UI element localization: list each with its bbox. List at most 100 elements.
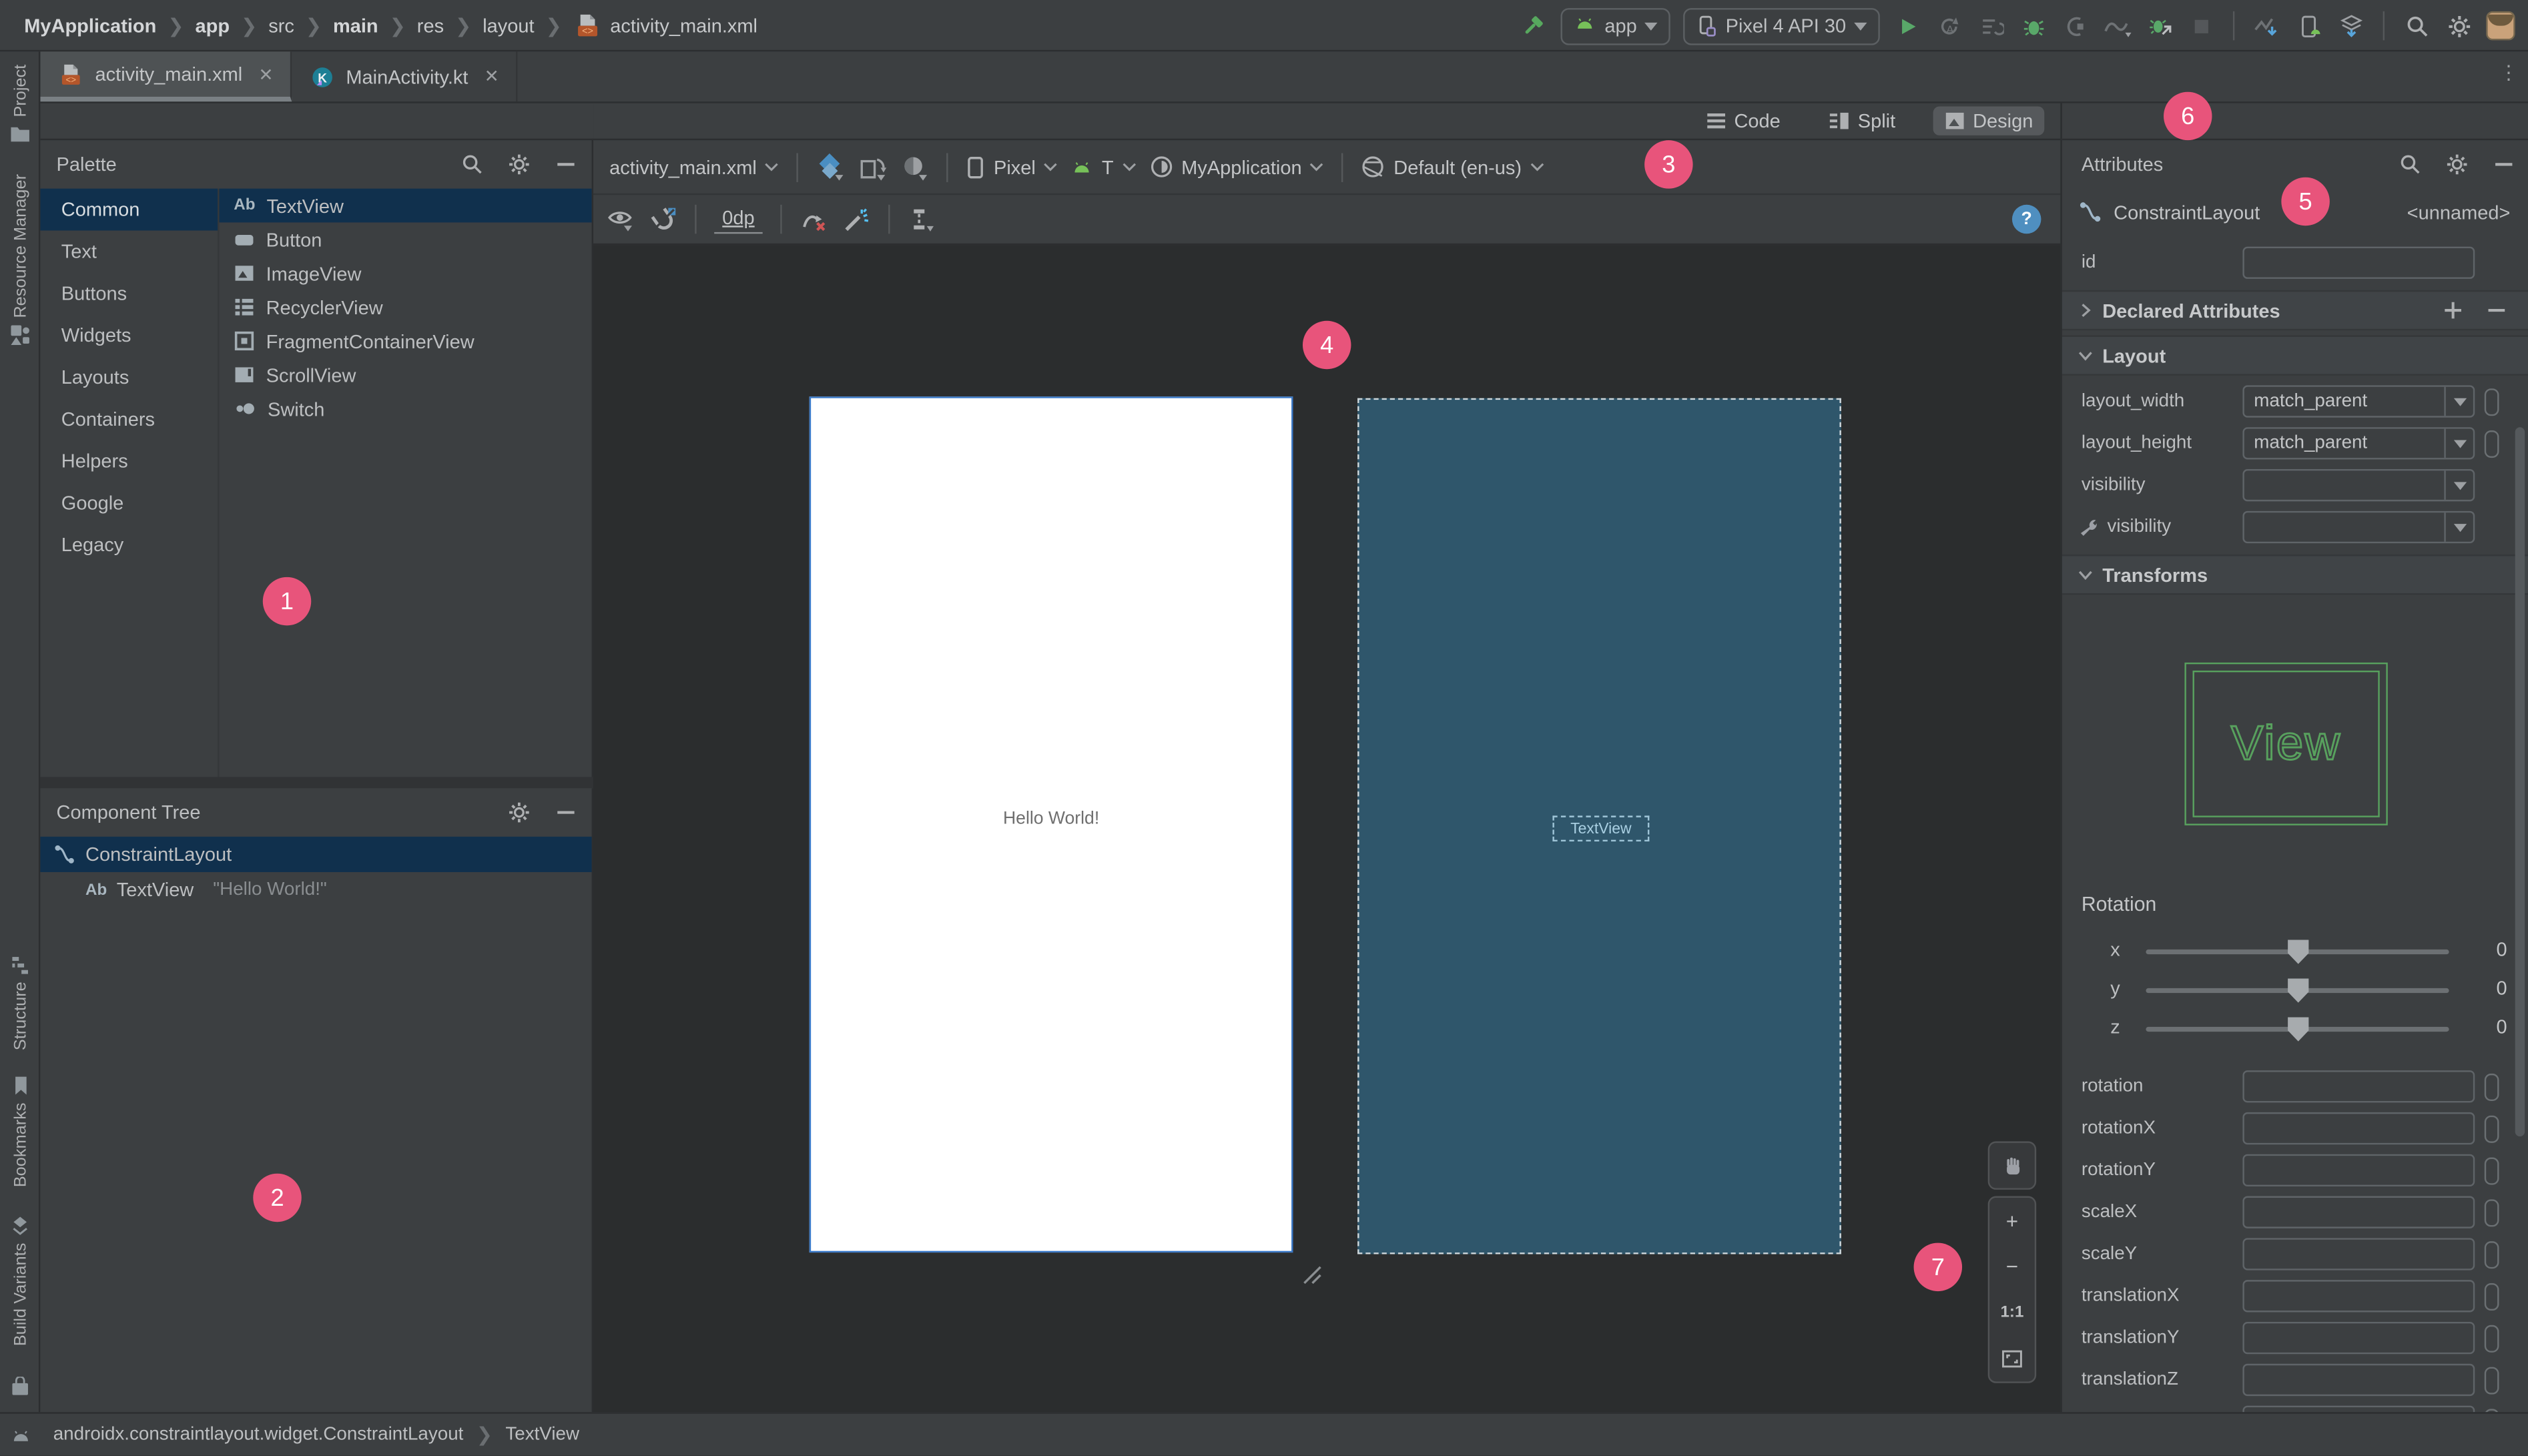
device-dropdown[interactable]: Pixel 4 API 30 bbox=[1683, 7, 1880, 45]
palette-category-google[interactable]: Google bbox=[40, 482, 218, 524]
profiler-sessions-icon[interactable] bbox=[2252, 11, 2281, 40]
tab-main-activity-kt[interactable]: K MainActivity.kt ✕ bbox=[291, 51, 517, 102]
view-mode-design[interactable]: Design bbox=[1932, 106, 2045, 135]
design-preview-screen[interactable]: Hello World! bbox=[809, 396, 1293, 1253]
blueprint-preview-screen[interactable]: TextView bbox=[1357, 398, 1841, 1254]
locale-dropdown[interactable]: Default (en-us) bbox=[1361, 155, 1544, 179]
slider-handle[interactable] bbox=[2288, 978, 2309, 1003]
section-layout[interactable]: Layout bbox=[2062, 335, 2528, 376]
layout-inspector-icon[interactable] bbox=[2336, 11, 2365, 40]
palette-minimize-button[interactable] bbox=[550, 148, 582, 180]
settings-gear-icon[interactable] bbox=[2444, 11, 2473, 40]
attributes-scrollbar[interactable] bbox=[2515, 427, 2525, 1137]
transform-view-preview[interactable]: View bbox=[2184, 662, 2388, 825]
api-version-dropdown[interactable]: T bbox=[1071, 155, 1136, 178]
layout-height-dropdown[interactable]: match_parent bbox=[2242, 427, 2475, 460]
stop-icon[interactable] bbox=[2186, 11, 2215, 40]
tools-attribute-toggle[interactable] bbox=[2484, 1114, 2499, 1142]
palette-category-helpers[interactable]: Helpers bbox=[40, 440, 218, 482]
attributes-settings-button[interactable] bbox=[2441, 148, 2473, 180]
help-icon[interactable]: ? bbox=[2011, 204, 2041, 234]
design-surface-selector-icon[interactable] bbox=[816, 152, 845, 181]
close-icon[interactable]: ✕ bbox=[258, 63, 273, 85]
tree-row-textview[interactable]: Ab TextView "Hello World!" bbox=[40, 872, 591, 907]
rotation-x-input[interactable] bbox=[2242, 1112, 2475, 1145]
infer-constraints-wand-icon[interactable] bbox=[842, 205, 870, 234]
scale-x-input[interactable] bbox=[2242, 1196, 2475, 1228]
zoom-out-button[interactable]: − bbox=[1989, 1244, 2035, 1290]
palette-category-containers[interactable]: Containers bbox=[40, 398, 218, 440]
palette-item-scrollview[interactable]: ScrollView bbox=[220, 358, 592, 392]
id-input[interactable] bbox=[2242, 246, 2475, 279]
profiler-icon[interactable] bbox=[2102, 11, 2131, 40]
zoom-actual-size-button[interactable]: 1:1 bbox=[1989, 1290, 2035, 1336]
night-mode-icon[interactable] bbox=[900, 152, 929, 181]
translation-x-input[interactable] bbox=[2242, 1280, 2475, 1313]
rotation-y-slider[interactable] bbox=[2146, 978, 2449, 1003]
tree-row-constraintlayout[interactable]: ConstraintLayout bbox=[40, 836, 592, 872]
orientation-icon[interactable] bbox=[858, 152, 888, 181]
design-hello-world-text[interactable]: Hello World! bbox=[811, 809, 1291, 829]
clear-constraints-icon[interactable] bbox=[800, 205, 828, 234]
rotation-z-slider[interactable] bbox=[2146, 1017, 2449, 1042]
file-context-dropdown[interactable]: activity_main.xml bbox=[609, 155, 779, 178]
default-margin-button[interactable]: 0dp bbox=[714, 205, 763, 234]
tools-attribute-toggle[interactable] bbox=[2484, 1072, 2499, 1100]
palette-settings-button[interactable] bbox=[503, 148, 535, 180]
status-component-path[interactable]: androidx.constraintlayout.widget.Constra… bbox=[53, 1425, 464, 1445]
zoom-to-fit-button[interactable] bbox=[1989, 1336, 2035, 1382]
sidebar-item-resource-manager[interactable]: Resource Manager bbox=[0, 174, 40, 346]
tools-visibility-dropdown[interactable] bbox=[2242, 510, 2475, 544]
palette-search-button[interactable] bbox=[456, 148, 489, 180]
palette-category-buttons[interactable]: Buttons bbox=[40, 272, 218, 314]
sidebar-item-build-variants[interactable]: Build Variants bbox=[0, 1216, 40, 1346]
section-declared-attributes[interactable]: Declared Attributes bbox=[2062, 290, 2528, 331]
rotation-x-slider[interactable] bbox=[2146, 940, 2449, 964]
breadcrumb[interactable]: MyApplication bbox=[24, 14, 156, 37]
scale-y-input[interactable] bbox=[2242, 1238, 2475, 1270]
device-manager-icon[interactable] bbox=[2294, 11, 2323, 40]
apply-code-changes-icon[interactable] bbox=[1977, 11, 2005, 40]
device-for-preview-dropdown[interactable]: Pixel bbox=[966, 155, 1058, 178]
rotation-input[interactable] bbox=[2242, 1070, 2475, 1103]
zoom-in-button[interactable]: + bbox=[1989, 1198, 2035, 1244]
translation-z-input[interactable] bbox=[2242, 1363, 2475, 1397]
tools-attribute-toggle[interactable] bbox=[2484, 1198, 2499, 1226]
sidebar-item-build[interactable] bbox=[0, 1377, 40, 1397]
tools-attribute-toggle[interactable] bbox=[2484, 1324, 2499, 1352]
run-config-dropdown[interactable]: app bbox=[1561, 7, 1671, 45]
sidebar-item-bookmarks[interactable]: Bookmarks bbox=[0, 1075, 40, 1187]
view-mode-split[interactable]: Split bbox=[1817, 106, 1907, 135]
theme-dropdown[interactable]: MyApplication bbox=[1149, 155, 1325, 179]
search-everywhere-icon[interactable] bbox=[2403, 11, 2431, 40]
close-icon[interactable]: ✕ bbox=[485, 66, 499, 87]
tools-attribute-toggle[interactable] bbox=[2484, 1366, 2499, 1394]
slider-handle[interactable] bbox=[2288, 1017, 2309, 1042]
status-selected-component[interactable]: TextView bbox=[505, 1425, 579, 1445]
palette-item-button[interactable]: Button bbox=[220, 222, 592, 256]
attributes-minimize-button[interactable] bbox=[2488, 148, 2520, 180]
palette-item-imageview[interactable]: ImageView bbox=[220, 256, 592, 290]
palette-item-switch[interactable]: Switch bbox=[220, 392, 592, 426]
palette-category-common[interactable]: Common bbox=[40, 188, 218, 231]
build-hammer-icon[interactable] bbox=[1519, 11, 1548, 40]
breadcrumb[interactable]: src bbox=[268, 14, 294, 37]
breadcrumb[interactable]: layout bbox=[483, 14, 534, 37]
run-button[interactable] bbox=[1893, 11, 1921, 40]
section-transforms[interactable]: Transforms bbox=[2062, 555, 2528, 595]
component-tree-settings-button[interactable] bbox=[503, 796, 535, 828]
slider-handle[interactable] bbox=[2288, 940, 2309, 964]
tools-attribute-toggle[interactable] bbox=[2484, 388, 2499, 416]
autoconnect-magnet-icon[interactable] bbox=[648, 205, 677, 234]
alpha-input[interactable] bbox=[2242, 1405, 2475, 1413]
breadcrumb[interactable]: res bbox=[417, 14, 444, 37]
palette-item-textview[interactable]: Ab TextView bbox=[219, 188, 592, 223]
sidebar-item-project[interactable]: Project bbox=[0, 65, 40, 143]
profile-low-overhead-icon[interactable] bbox=[2144, 11, 2173, 40]
tools-attribute-toggle[interactable] bbox=[2484, 429, 2499, 457]
tab-activity-main-xml[interactable]: <> activity_main.xml ✕ bbox=[40, 51, 292, 102]
tab-options-icon[interactable]: ⋮ bbox=[2499, 61, 2519, 84]
breadcrumb[interactable]: main bbox=[333, 14, 378, 37]
canvas-resize-handle[interactable] bbox=[1299, 1262, 1322, 1285]
tools-attribute-toggle[interactable] bbox=[2484, 1156, 2499, 1184]
